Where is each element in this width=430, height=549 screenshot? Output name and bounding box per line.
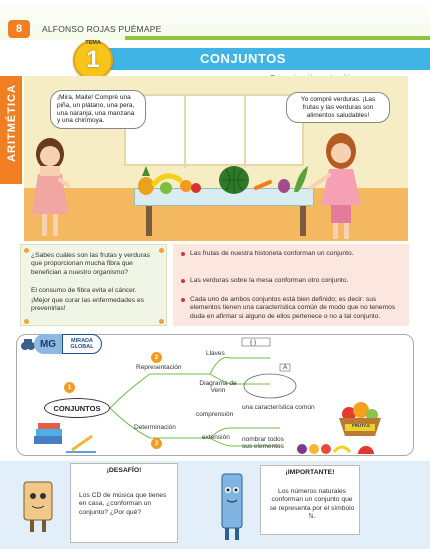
fiber-fact: El consumo de fibra evita el cáncer. [31, 287, 137, 294]
bottom-section [0, 461, 430, 549]
desafio-text: Los CD de música que tienes en casa, ¿co… [79, 492, 167, 516]
speech-bubble-right: Yo compré verduras. ¡Las frutas y las ve… [286, 92, 390, 124]
step-number: 2 [151, 352, 162, 363]
node-comprension: comprensión [196, 411, 234, 418]
girl-character-icon [32, 138, 70, 236]
step-number: 3 [151, 438, 162, 449]
speech-bubble-left: ¡Mira, Maite! Compré una piña, un plátan… [50, 90, 146, 130]
header-accent-bar [125, 36, 430, 40]
pin-icon [24, 248, 29, 253]
desafio-box: ¡DESAFÍO! Los CD de música que tienes en… [70, 463, 178, 543]
fruits-row-icon [297, 444, 374, 454]
node-representacion: Representación [136, 364, 182, 371]
concept-center: CONJUNTOS [44, 398, 110, 418]
question-box: ¿Sabes cuáles son las frutas y verduras … [20, 244, 167, 326]
side-tab-label: ARITMÉTICA [6, 84, 18, 162]
table-leg [146, 206, 152, 236]
comic-illustration: ¡Mira, Maite! Compré una piña, un plátan… [24, 76, 408, 241]
desafio-title: ¡DESAFÍO! [106, 467, 142, 474]
girl-character-icon [309, 133, 361, 239]
page-header [0, 0, 430, 40]
step-number: 1 [64, 382, 75, 393]
page-title: CONJUNTOS [200, 51, 286, 66]
comprension-description: una característica común [242, 404, 315, 411]
ruler-character-icon [221, 473, 243, 540]
node-diagrama-venn: Diagrama de Venn [199, 380, 237, 394]
tema-number: 1 [86, 46, 100, 73]
importante-box: ¡IMPORTANTE! Los números naturales confo… [260, 465, 360, 535]
frutas-label: FRUTAS [352, 423, 370, 428]
school-supplies-icon [34, 423, 96, 453]
pin-icon [159, 319, 164, 324]
note-item: Las verduras sobre la mesa conforman otr… [181, 277, 401, 285]
fruit-basket-icon [339, 402, 381, 436]
table-leg [300, 206, 306, 236]
node-determinacion: Determinación [134, 424, 176, 431]
extension-description: nombrar todos sus elementos [242, 436, 284, 450]
importante-title: ¡IMPORTANTE! [285, 469, 335, 476]
node-llaves: Llaves [206, 350, 225, 357]
note-item: Cada uno de ambos conjuntos está bien de… [181, 296, 401, 321]
cd-case-character-icon [23, 481, 53, 532]
pin-icon [159, 248, 164, 253]
pin-icon [24, 319, 29, 324]
question-text: ¿Sabes cuáles son las frutas y verduras … [31, 252, 150, 276]
node-extension: extensión [202, 434, 230, 441]
fruits-and-vegetables-icon [138, 166, 308, 195]
note-item: Las frutas de nuestra historieta conform… [181, 250, 401, 258]
notes-box: Las frutas de nuestra historieta conform… [173, 244, 409, 326]
prevention-note: ¡Mejor que curar las enfermedades es pre… [31, 297, 144, 313]
importante-text: Los números naturales conforman un conju… [269, 488, 355, 521]
author-name: ALFONSO ROJAS PUÉMAPE [42, 24, 162, 34]
llaves-symbol: { } [250, 339, 257, 346]
page-number: 8 [8, 20, 30, 38]
venn-set-label: A [283, 364, 288, 371]
